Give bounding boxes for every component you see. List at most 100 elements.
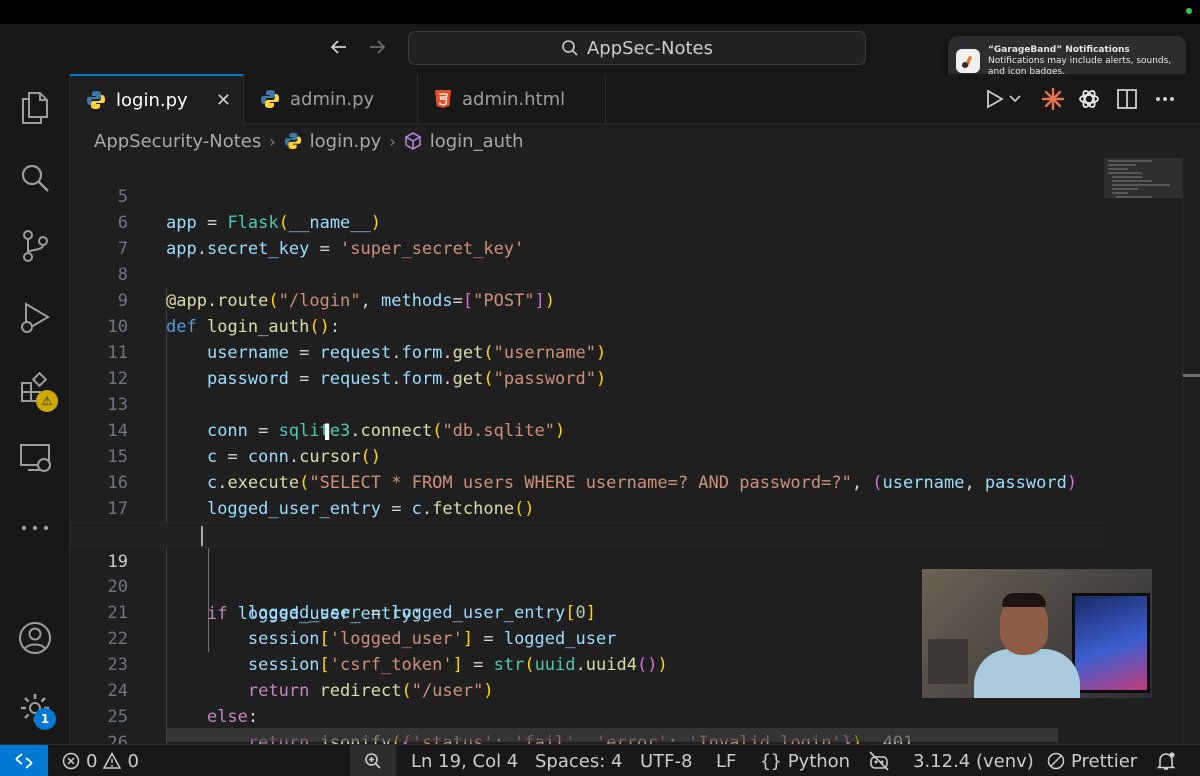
braces-icon: {} bbox=[760, 750, 782, 772]
status-dot bbox=[1186, 8, 1192, 14]
play-icon bbox=[987, 89, 1004, 109]
forward-button[interactable] bbox=[362, 32, 392, 62]
activity-bar: ⚠ 1 bbox=[0, 74, 70, 744]
tab-label: admin.py bbox=[290, 88, 375, 110]
horizontal-scrollbar[interactable] bbox=[166, 728, 1058, 742]
more-actions-button[interactable] bbox=[1152, 86, 1178, 112]
search-label: AppSec-Notes bbox=[586, 37, 714, 59]
code-line: 10 username = request.form.get("username… bbox=[70, 288, 1104, 363]
code-line: 14 c = conn.cursor() bbox=[70, 392, 1104, 467]
notification-title: “GarageBand” Notifications bbox=[988, 44, 1130, 55]
python-icon bbox=[87, 91, 105, 109]
html5-icon bbox=[435, 90, 451, 108]
code-line: 6 app.secret_key = 'super_secret_key' bbox=[70, 184, 1104, 259]
settings-update-badge: 1 bbox=[34, 708, 56, 730]
vertical-scrollbar[interactable] bbox=[1182, 158, 1200, 744]
remote-explorer-icon bbox=[20, 444, 51, 472]
python-interpreter[interactable]: 3.12.4 (venv) bbox=[913, 745, 1034, 776]
interpreter-text: 3.12.4 (venv) bbox=[913, 750, 1034, 772]
python-icon bbox=[284, 132, 301, 150]
chevron-down-icon bbox=[1009, 95, 1021, 103]
remote-icon bbox=[15, 752, 33, 769]
tab-admin-py[interactable]: admin.py bbox=[244, 74, 418, 124]
minimap-line bbox=[1108, 160, 1152, 162]
arrow-right-icon bbox=[370, 40, 386, 54]
notification-text: “GarageBand” Notifications Notifications… bbox=[988, 45, 1178, 78]
python-icon bbox=[261, 90, 279, 108]
indentation-text: Spaces: 4 bbox=[535, 750, 623, 772]
breadcrumb-file[interactable]: login.py bbox=[310, 131, 382, 152]
run-button[interactable] bbox=[982, 86, 1008, 112]
language-text: Python bbox=[787, 750, 851, 772]
menu-bar-strip bbox=[0, 0, 1200, 24]
account-icon bbox=[19, 622, 51, 654]
code-line: 17 conn.close() bbox=[70, 470, 1104, 545]
tab-label: login.py bbox=[116, 89, 188, 111]
minimap-line bbox=[1108, 172, 1142, 174]
search-icon bbox=[562, 40, 578, 56]
bell-dot-icon bbox=[1156, 752, 1176, 770]
indentation-setting[interactable]: Spaces: 4 bbox=[535, 745, 622, 776]
code-line-current: 19 if logged_user_entry: bbox=[70, 522, 1104, 624]
cursor-position[interactable]: Ln 19, Col 4 bbox=[411, 745, 518, 776]
minimap-line bbox=[1108, 168, 1128, 170]
copilot-status[interactable] bbox=[868, 745, 890, 776]
webcam-overlay bbox=[922, 569, 1152, 698]
run-debug-icon bbox=[21, 302, 50, 333]
error-count: 0 bbox=[86, 750, 98, 772]
code-line: 18 bbox=[70, 496, 1104, 545]
language-mode[interactable]: {} Python bbox=[760, 745, 850, 776]
remote-indicator-button[interactable] bbox=[0, 744, 48, 776]
back-button[interactable] bbox=[324, 32, 354, 62]
code-line: 26 bbox=[70, 704, 1104, 744]
files-icon bbox=[22, 92, 48, 124]
source-control-icon bbox=[23, 230, 48, 262]
breadcrumb-symbol[interactable]: login_auth bbox=[430, 131, 524, 152]
notifications-button[interactable] bbox=[1156, 745, 1176, 776]
webcam-person-hair bbox=[1002, 593, 1046, 607]
split-editor-button[interactable] bbox=[1114, 86, 1140, 112]
chatgpt-button[interactable] bbox=[1076, 86, 1102, 112]
webcam-person-body bbox=[974, 649, 1080, 698]
search-view-button[interactable] bbox=[15, 158, 55, 198]
command-center-search[interactable]: AppSec-Notes bbox=[408, 31, 866, 65]
prettier-status[interactable]: Prettier bbox=[1047, 745, 1137, 776]
webcam-background-monitor bbox=[1072, 593, 1150, 693]
close-icon[interactable]: ✕ bbox=[216, 90, 231, 111]
cursor-position-text: Ln 19, Col 4 bbox=[411, 750, 519, 772]
copilot-disabled-icon bbox=[869, 751, 889, 771]
split-editor-icon bbox=[1117, 89, 1137, 109]
minimap-line bbox=[1112, 176, 1142, 178]
ibeam-cursor-icon: I bbox=[323, 421, 332, 446]
encoding-setting[interactable]: UTF-8 bbox=[640, 745, 692, 776]
text-caret bbox=[201, 526, 203, 546]
minimap-line bbox=[1112, 188, 1138, 190]
error-icon bbox=[62, 752, 80, 770]
remote-explorer-button[interactable] bbox=[15, 438, 55, 478]
source-control-button[interactable] bbox=[15, 226, 55, 266]
minimap-line bbox=[1108, 164, 1136, 166]
formatter-text: Prettier bbox=[1071, 750, 1138, 772]
run-debug-button[interactable] bbox=[15, 298, 55, 338]
problems-indicator[interactable]: 0 0 bbox=[62, 745, 139, 776]
ellipsis-icon bbox=[1156, 97, 1174, 101]
zoom-button[interactable] bbox=[350, 745, 396, 776]
accounts-button[interactable] bbox=[15, 618, 55, 658]
code-line: 12 bbox=[70, 340, 1104, 389]
run-options-dropdown[interactable] bbox=[1006, 86, 1024, 112]
claude-button[interactable] bbox=[1040, 86, 1066, 112]
warning-count: 0 bbox=[127, 750, 139, 772]
breadcrumb: AppSecurity-Notes › login.py › login_aut… bbox=[70, 124, 1200, 158]
breadcrumb-folder[interactable]: AppSecurity-Notes bbox=[94, 131, 261, 152]
eol-text: LF bbox=[716, 750, 737, 772]
code-line: 15 c.execute("SELECT * FROM users WHERE … bbox=[70, 418, 1104, 493]
explorer-button[interactable] bbox=[15, 88, 55, 128]
editor-tabs: login.py ✕ admin.py admin.html bbox=[70, 74, 1200, 124]
tab-admin-html[interactable]: admin.html bbox=[418, 74, 606, 124]
eol-setting[interactable]: LF bbox=[716, 745, 736, 776]
more-views-button[interactable] bbox=[15, 508, 55, 548]
webcam-background-shelf bbox=[928, 639, 968, 684]
arrow-left-icon bbox=[330, 40, 346, 54]
tab-login-py[interactable]: login.py ✕ bbox=[70, 74, 244, 124]
tab-label: admin.html bbox=[462, 88, 566, 110]
